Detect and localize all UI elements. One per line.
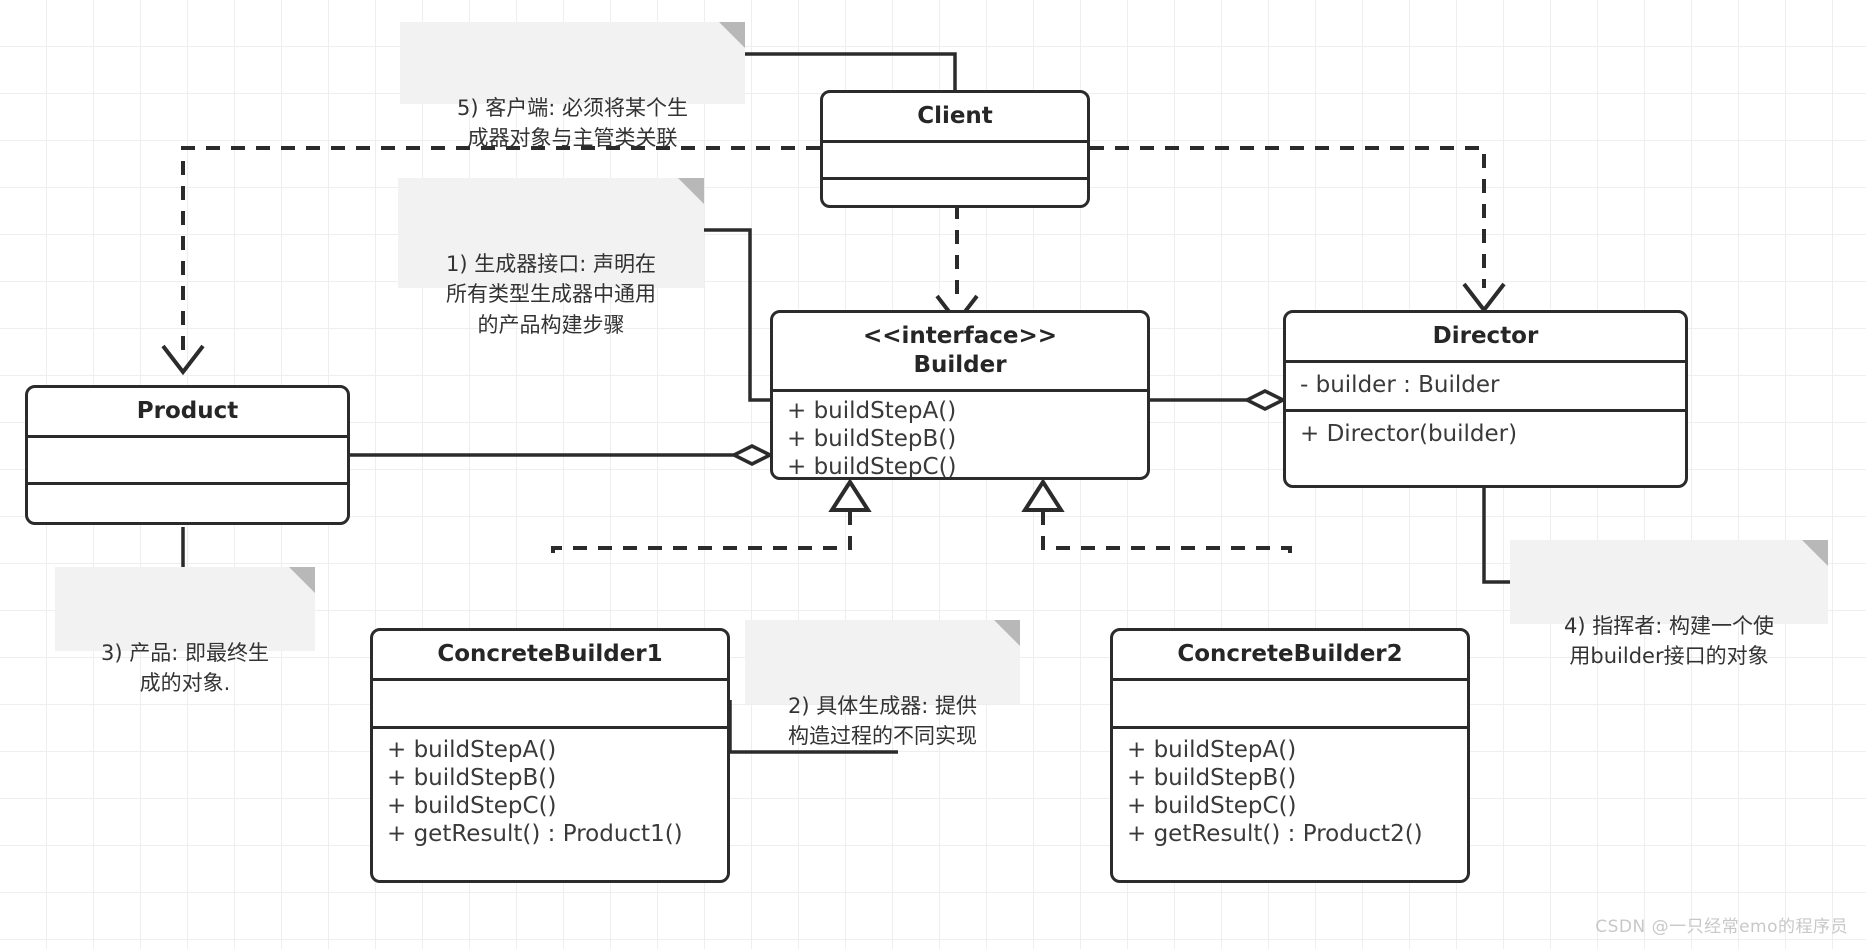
class-title-director: Director (1432, 323, 1539, 349)
watermark-text: CSDN @一只经常emo的程序员 (1595, 917, 1848, 937)
note-3-product[interactable]: 3) 产品: 即最终生 成的对象. (55, 567, 315, 695)
note-text: 5) 客户端: 必须将某个生 成器对象与主管类关联 (457, 95, 688, 151)
note-text: 1) 生成器接口: 声明在 所有类型生成器中通用 的产品构建步骤 (446, 251, 656, 337)
member-row: + buildStepC() (787, 453, 957, 480)
class-box-product[interactable]: Product (25, 385, 350, 525)
note-1-builder-interface[interactable]: 1) 生成器接口: 声明在 所有类型生成器中通用 的产品构建步骤 (398, 178, 704, 337)
note-4-director[interactable]: 4) 指挥者: 构建一个使 用builder接口的对象 (1510, 540, 1828, 668)
class-title-concretebuilder2: ConcreteBuilder2 (1177, 641, 1403, 667)
class-box-concretebuilder1[interactable]: ConcreteBuilder1 + buildStepA() + buildS… (370, 628, 730, 883)
class-methods-director: + Director(builder) (1286, 412, 1685, 454)
member-row: + buildStepA() (1127, 736, 1297, 763)
note-fold-icon (994, 620, 1020, 646)
member-row: + buildStepA() (787, 397, 957, 424)
member-row: + getResult() : Product1() (387, 820, 683, 847)
member-row: + buildStepB() (787, 425, 957, 452)
note-fold-icon (1802, 540, 1828, 566)
class-methods-client (823, 180, 1087, 202)
class-title-client: Client (917, 103, 993, 129)
note-fold-icon (719, 22, 745, 48)
connector-client-to-builder (935, 205, 979, 326)
class-attributes-concretebuilder1 (373, 681, 727, 726)
class-methods-product (28, 485, 347, 522)
member-row: + buildStepA() (387, 736, 557, 763)
note-text: 2) 具体生成器: 提供 构造过程的不同实现 (788, 693, 977, 749)
member-row: + buildStepC() (1127, 792, 1297, 819)
class-title-product: Product (136, 398, 239, 424)
leader-note1 (704, 228, 772, 402)
class-box-builder[interactable]: <<interface>> Builder + buildStepA() + b… (770, 310, 1150, 480)
connector-concretebuilder2-to-builder (1021, 478, 1292, 553)
connector-client-to-director (1090, 146, 1506, 314)
class-box-client[interactable]: Client (820, 90, 1090, 208)
note-5-client[interactable]: 5) 客户端: 必须将某个生 成器对象与主管类关联 (400, 22, 745, 150)
note-text: 4) 指挥者: 构建一个使 用builder接口的对象 (1564, 613, 1774, 669)
member-row: + Director(builder) (1300, 420, 1518, 447)
member-row: - builder : Builder (1300, 371, 1500, 398)
connector-builder-to-director-aggregation (1150, 389, 1287, 411)
class-attributes-director: - builder : Builder (1286, 363, 1685, 409)
class-box-concretebuilder2[interactable]: ConcreteBuilder2 + buildStepA() + buildS… (1110, 628, 1470, 883)
class-methods-concretebuilder2: + buildStepA() + buildStepB() + buildSte… (1113, 729, 1467, 854)
member-row: + buildStepB() (1127, 764, 1297, 791)
class-attributes-product (28, 438, 347, 482)
leader-note5 (745, 52, 957, 93)
uml-diagram-canvas: Client <<interface>> Builder + buildStep… (0, 0, 1866, 949)
class-methods-builder: + buildStepA() + buildStepB() + buildSte… (773, 392, 1147, 480)
class-title-builder: <<interface>> Builder (862, 323, 1058, 378)
class-box-director[interactable]: Director - builder : Builder + Director(… (1283, 310, 1688, 488)
connector-concretebuilder1-to-builder (551, 478, 872, 553)
member-row: + getResult() : Product2() (1127, 820, 1423, 847)
connector-product-to-builder-aggregation (350, 444, 774, 466)
member-row: + buildStepB() (387, 764, 557, 791)
note-2-concrete-builder[interactable]: 2) 具体生成器: 提供 构造过程的不同实现 (745, 620, 1020, 748)
class-attributes-client (823, 143, 1087, 177)
class-attributes-concretebuilder2 (1113, 681, 1467, 726)
note-fold-icon (289, 567, 315, 593)
note-text: 3) 产品: 即最终生 成的对象. (101, 640, 269, 696)
member-row: + buildStepC() (387, 792, 557, 819)
class-title-concretebuilder1: ConcreteBuilder1 (437, 641, 663, 667)
note-fold-icon (678, 178, 704, 204)
class-methods-concretebuilder1: + buildStepA() + buildStepB() + buildSte… (373, 729, 727, 854)
